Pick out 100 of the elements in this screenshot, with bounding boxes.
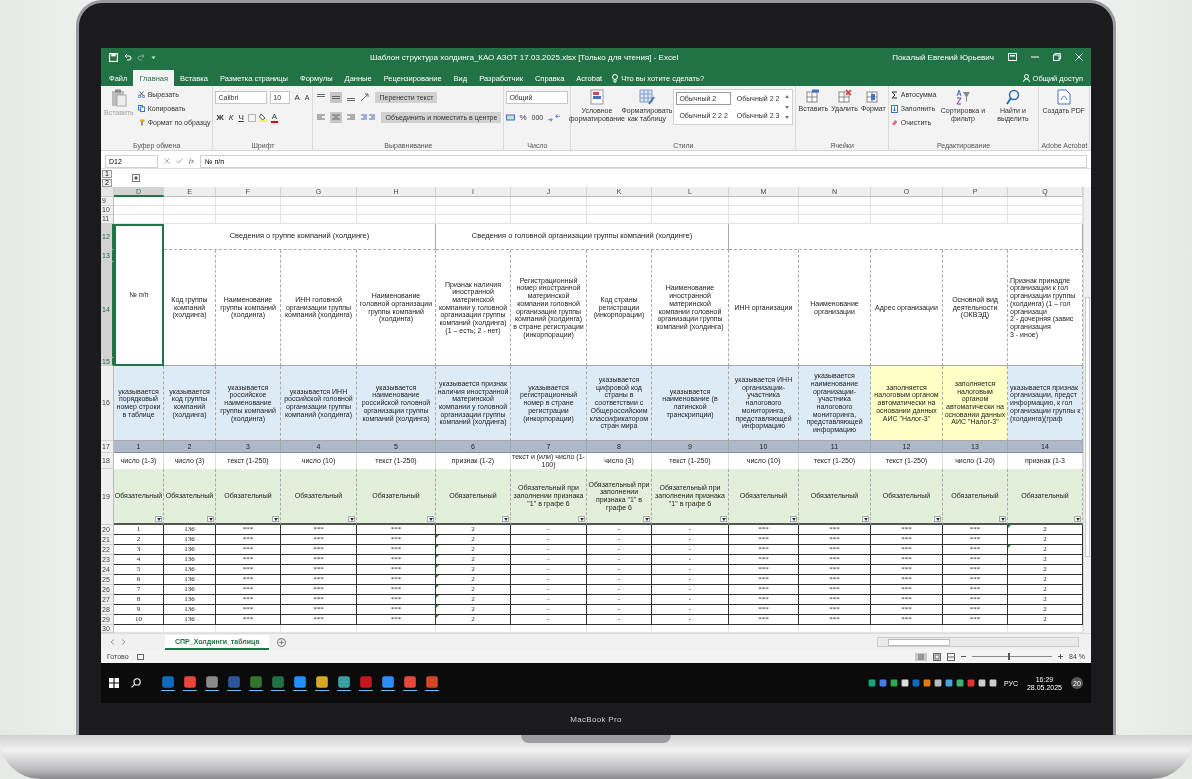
dropdown-arrow-icon — [863, 517, 868, 521]
empty-cell — [871, 197, 943, 206]
dropdown-arrow-icon — [156, 517, 161, 521]
empty-cell — [216, 206, 281, 215]
scrollbar-thumb[interactable] — [1085, 297, 1090, 557]
grow-font-button[interactable]: A — [293, 93, 301, 102]
horizontal-align-icon[interactable] — [330, 112, 343, 123]
font-color-button[interactable]: A — [270, 112, 279, 123]
zoom-in-icon[interactable] — [1058, 654, 1064, 659]
app-icon[interactable] — [425, 675, 439, 691]
ribbon-display-icon[interactable] — [1008, 53, 1017, 61]
bold-button[interactable]: Ж — [215, 113, 225, 122]
filter-button[interactable] — [862, 516, 869, 522]
highlighted-table-icon — [589, 89, 604, 105]
scrollbar-thumb[interactable] — [888, 639, 950, 646]
add-sheet-icon[interactable] — [277, 637, 287, 647]
filter-button[interactable] — [427, 516, 434, 522]
sort-funnel-icon — [954, 89, 971, 105]
eraser-icon — [890, 119, 898, 126]
filter-button[interactable] — [934, 516, 941, 522]
dropdown-arrow-icon — [273, 517, 278, 521]
filter-button[interactable] — [643, 516, 650, 522]
dropdown-arrow-icon — [428, 517, 433, 521]
macro-icon[interactable] — [136, 653, 144, 660]
filter-button[interactable] — [1074, 516, 1081, 522]
app-icon[interactable] — [227, 675, 241, 691]
close-icon[interactable] — [1075, 53, 1083, 61]
dropdown-arrow-icon — [579, 517, 584, 521]
empty-cell — [943, 215, 1008, 224]
sigma-icon — [890, 90, 898, 99]
filter-button[interactable] — [348, 516, 355, 522]
expand-icon[interactable] — [132, 174, 140, 182]
bezel-label: MacBook Pro — [570, 714, 622, 724]
app-icon[interactable] — [359, 675, 373, 691]
empty-cell — [164, 197, 216, 206]
filter-button[interactable] — [272, 516, 279, 522]
slider-thumb[interactable] — [1008, 653, 1011, 660]
app-icon[interactable] — [315, 675, 329, 691]
dropdown-arrow-icon — [935, 517, 940, 521]
app-icon[interactable] — [249, 675, 263, 691]
dropdown-arrow-icon — [721, 517, 726, 521]
filter-button[interactable] — [999, 516, 1006, 522]
app-icon[interactable] — [381, 675, 395, 691]
empty-cell — [587, 215, 652, 224]
copy-icon — [137, 105, 145, 112]
app-icon[interactable] — [271, 675, 285, 691]
filter-button[interactable] — [207, 516, 214, 522]
empty-cell — [729, 215, 799, 224]
lightbulb-icon — [612, 73, 619, 83]
restore-icon[interactable] — [1053, 53, 1061, 61]
app-icon[interactable] — [403, 675, 417, 691]
filter-button[interactable] — [502, 516, 509, 522]
vertical-align-icon[interactable] — [330, 92, 343, 103]
paintbrush-icon — [137, 119, 145, 126]
app-icon[interactable] — [293, 675, 307, 691]
empty-cell — [871, 215, 943, 224]
app-icon[interactable] — [337, 675, 351, 691]
currency-icon[interactable] — [506, 113, 516, 122]
page-break-icon[interactable] — [947, 652, 956, 661]
underline-button[interactable]: Ч — [237, 113, 245, 122]
filter-button[interactable] — [578, 516, 585, 522]
zoom-out-icon[interactable] — [961, 654, 967, 659]
check-icon[interactable] — [176, 158, 183, 164]
fill-color-icon[interactable] — [258, 113, 268, 122]
search-icon[interactable] — [131, 678, 141, 688]
decimal-icon[interactable] — [547, 113, 562, 122]
windows-icon[interactable] — [109, 678, 119, 688]
clipboard-icon — [110, 89, 127, 107]
empty-cell — [216, 197, 281, 206]
empty-cell — [164, 215, 216, 224]
empty-cell — [799, 206, 871, 215]
grid-icon — [837, 89, 852, 103]
empty-cell — [799, 215, 871, 224]
filter-button[interactable] — [720, 516, 727, 522]
user-name[interactable]: Покалый Евгений Юрьевич — [892, 52, 994, 62]
app-icon[interactable] — [183, 675, 197, 691]
dropdown-arrow-icon — [208, 517, 213, 521]
save-icon[interactable] — [109, 52, 118, 62]
app-icon[interactable] — [161, 675, 175, 691]
dropdown-arrow-icon — [503, 517, 508, 521]
pdf-document-icon — [1056, 89, 1071, 105]
horizontal-scrollbar[interactable] — [877, 637, 1079, 647]
normal-view-icon[interactable] — [915, 652, 928, 661]
empty-cell — [587, 197, 652, 206]
caret-icon[interactable] — [151, 54, 156, 60]
app-icon[interactable] — [205, 675, 219, 691]
minimize-icon[interactable] — [1031, 53, 1039, 61]
page-layout-icon[interactable] — [933, 652, 942, 661]
scissors-icon — [137, 91, 145, 98]
text-angle-icon[interactable] — [360, 93, 371, 102]
person-icon — [1022, 74, 1030, 82]
filter-button[interactable] — [155, 516, 162, 522]
vertical-scrollbar[interactable] — [1083, 187, 1091, 633]
filter-button[interactable] — [790, 516, 797, 522]
percent-button[interactable]: % — [518, 113, 528, 122]
undo-icon[interactable] — [123, 53, 132, 61]
empty-cell — [799, 197, 871, 206]
italic-button[interactable]: К — [227, 113, 235, 122]
fill-down-icon — [890, 104, 898, 113]
grid-icon — [866, 89, 881, 103]
